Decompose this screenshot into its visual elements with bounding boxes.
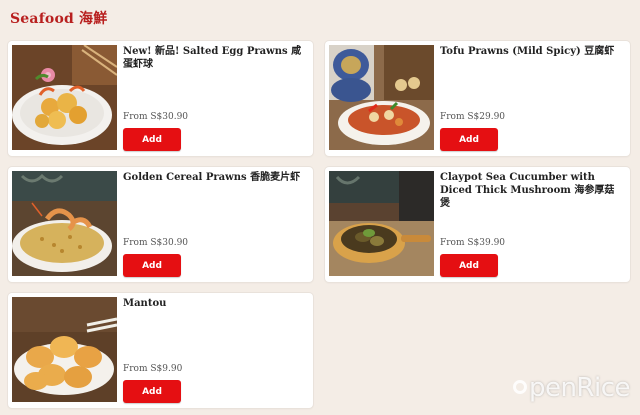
item-name: Mantou [123,298,167,309]
food-photo [12,45,117,150]
add-button[interactable]: Add [123,128,181,151]
item-name: New! 新品! Salted Egg Prawns 咸蛋虾球 [123,46,302,70]
watermark-text: penRice [528,373,631,403]
item-price: From S$30.90 [123,238,189,248]
menu-item-card[interactable]: Claypot Sea Cucumber with Diced Thick Mu… [325,167,630,282]
item-price: From S$9.90 [123,364,183,374]
menu-item-card[interactable]: Golden Cereal Prawns 香脆麦片虾 From S$30.90 … [8,167,313,282]
add-button[interactable]: Add [123,380,181,403]
food-photo [329,171,434,276]
item-price: From S$39.90 [440,238,506,248]
add-button[interactable]: Add [440,254,498,277]
openrice-logo-icon [512,380,527,394]
item-name: Tofu Prawns (Mild Spicy) 豆腐虾 [440,46,615,57]
add-button[interactable]: Add [440,128,498,151]
menu-item-card[interactable]: New! 新品! Salted Egg Prawns 咸蛋虾球 From S$3… [8,41,313,156]
food-photo [329,45,434,150]
add-button[interactable]: Add [123,254,181,277]
item-name: Golden Cereal Prawns 香脆麦片虾 [123,172,301,183]
item-price: From S$29.90 [440,112,506,122]
menu-item-card[interactable]: Tofu Prawns (Mild Spicy) 豆腐虾 From S$29.9… [325,41,630,156]
item-name: Claypot Sea Cucumber with Diced Thick Mu… [440,172,615,209]
food-photo [12,297,117,402]
food-photo [12,171,117,276]
section-title: Seafood 海鮮 [10,11,108,27]
openrice-watermark: penRice [512,373,631,403]
item-price: From S$30.90 [123,112,189,122]
menu-item-card[interactable]: Mantou From S$9.90 Add [8,293,313,408]
